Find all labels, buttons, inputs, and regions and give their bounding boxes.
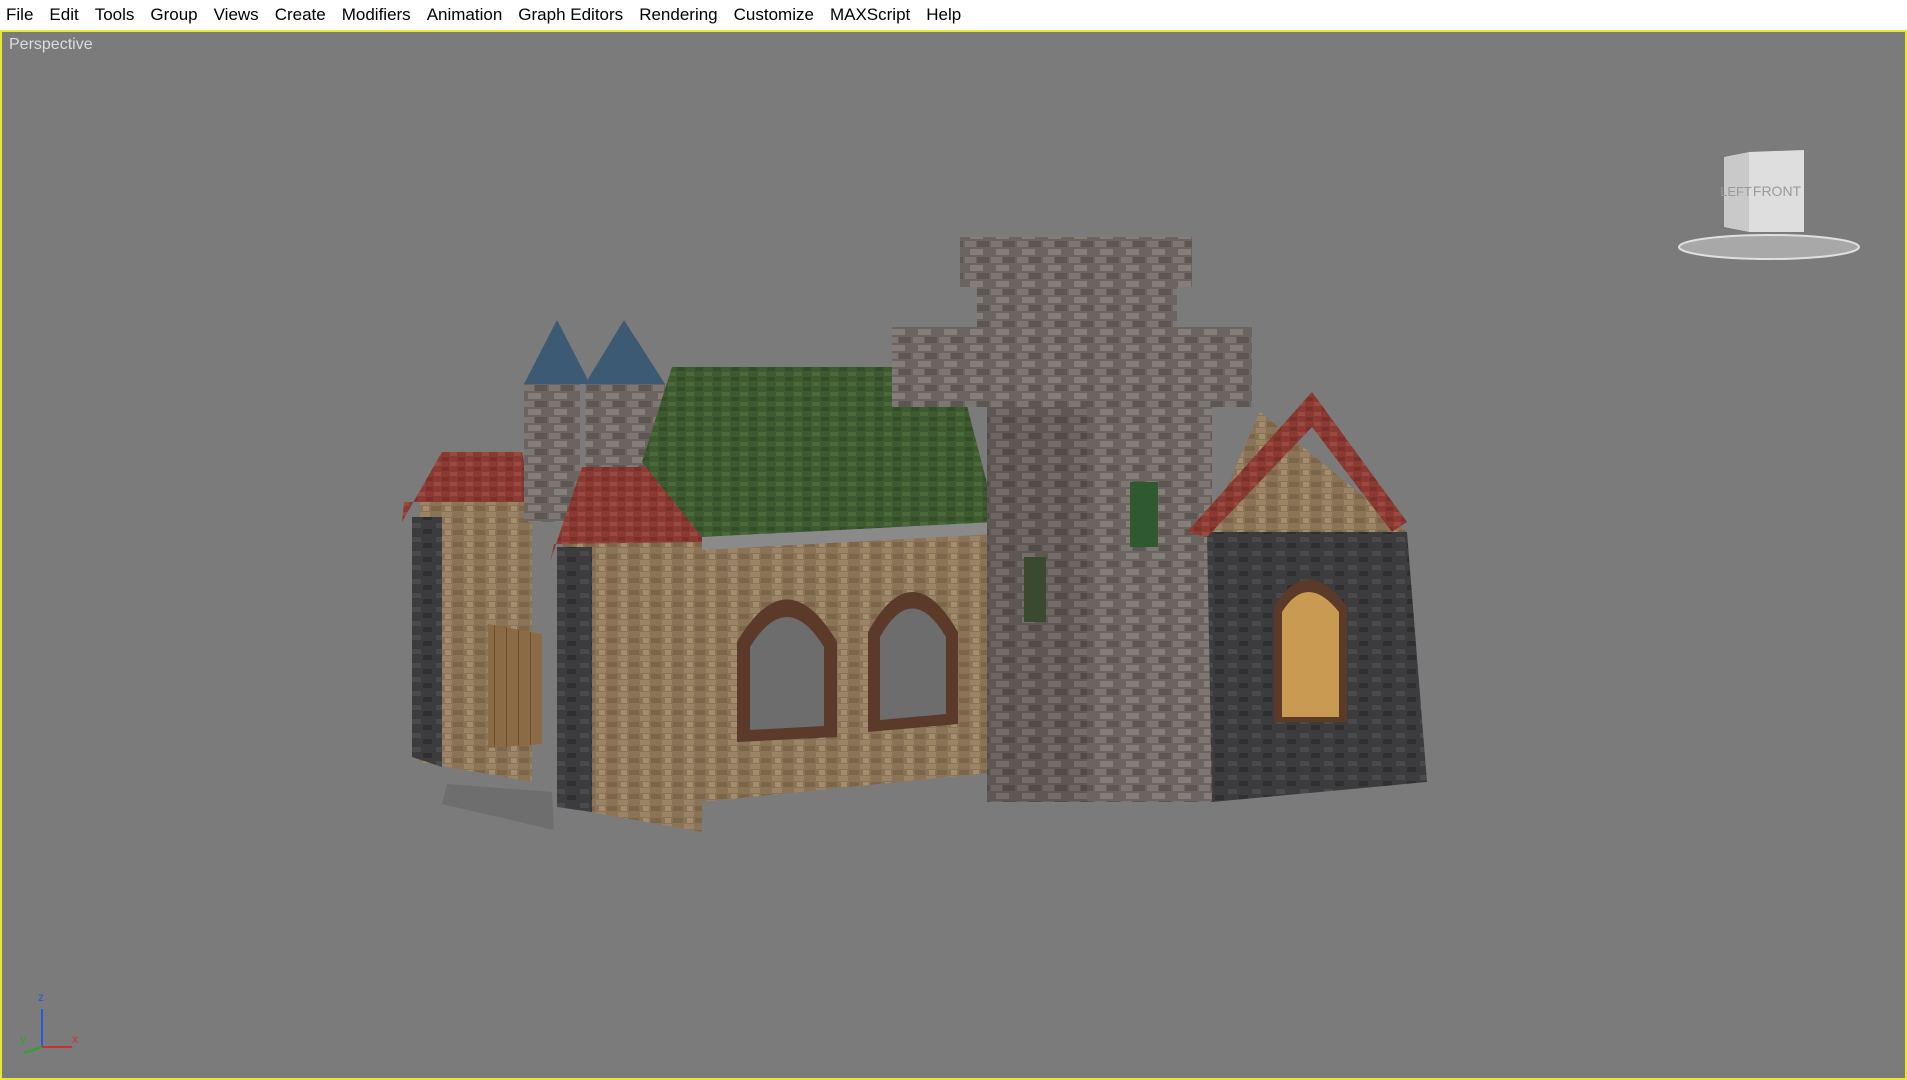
menu-graph-editors[interactable]: Graph Editors [510,0,631,30]
menu-create[interactable]: Create [267,0,334,30]
menu-help[interactable]: Help [918,0,969,30]
menu-rendering[interactable]: Rendering [631,0,725,30]
arched-window-left-glass [750,617,824,730]
viewcube[interactable]: LEFT FRONT [1674,132,1864,262]
menu-bar: File Edit Tools Group Views Create Modif… [0,0,1907,30]
menu-views[interactable]: Views [206,0,267,30]
menu-tools[interactable]: Tools [87,0,143,30]
chapel-window-glass [1282,592,1339,717]
second-gatehouse-pillar [557,547,592,812]
arched-window-right-glass [880,608,946,720]
menu-modifiers[interactable]: Modifiers [334,0,419,30]
right-turret-roof [585,320,665,384]
wooden-gate [488,624,542,748]
axis-y-label: y [20,1032,26,1046]
tower-window-lower [1024,557,1046,622]
viewcube-front-label: FRONT [1753,183,1802,199]
menu-customize[interactable]: Customize [726,0,822,30]
perspective-viewport[interactable]: Perspective LEFT FRONT z y x [0,30,1907,1080]
menu-edit[interactable]: Edit [41,0,86,30]
viewcube-left-label: LEFT [1720,184,1752,199]
upper-curtain-wall [892,327,1252,407]
castle-model[interactable] [2,32,1905,1078]
left-gatehouse-pillar [412,517,442,767]
axis-z-label: z [38,990,44,1004]
round-tower-battlement [960,237,1192,287]
menu-animation[interactable]: Animation [419,0,511,30]
left-turret-roof [524,320,590,384]
menu-maxscript[interactable]: MAXScript [822,0,918,30]
entry-steps [442,784,554,830]
menu-file[interactable]: File [0,0,41,30]
axis-tripod: z y x [20,990,78,1054]
axis-x-label: x [72,1032,78,1046]
menu-group[interactable]: Group [142,0,205,30]
tower-window-upper [1130,482,1158,547]
